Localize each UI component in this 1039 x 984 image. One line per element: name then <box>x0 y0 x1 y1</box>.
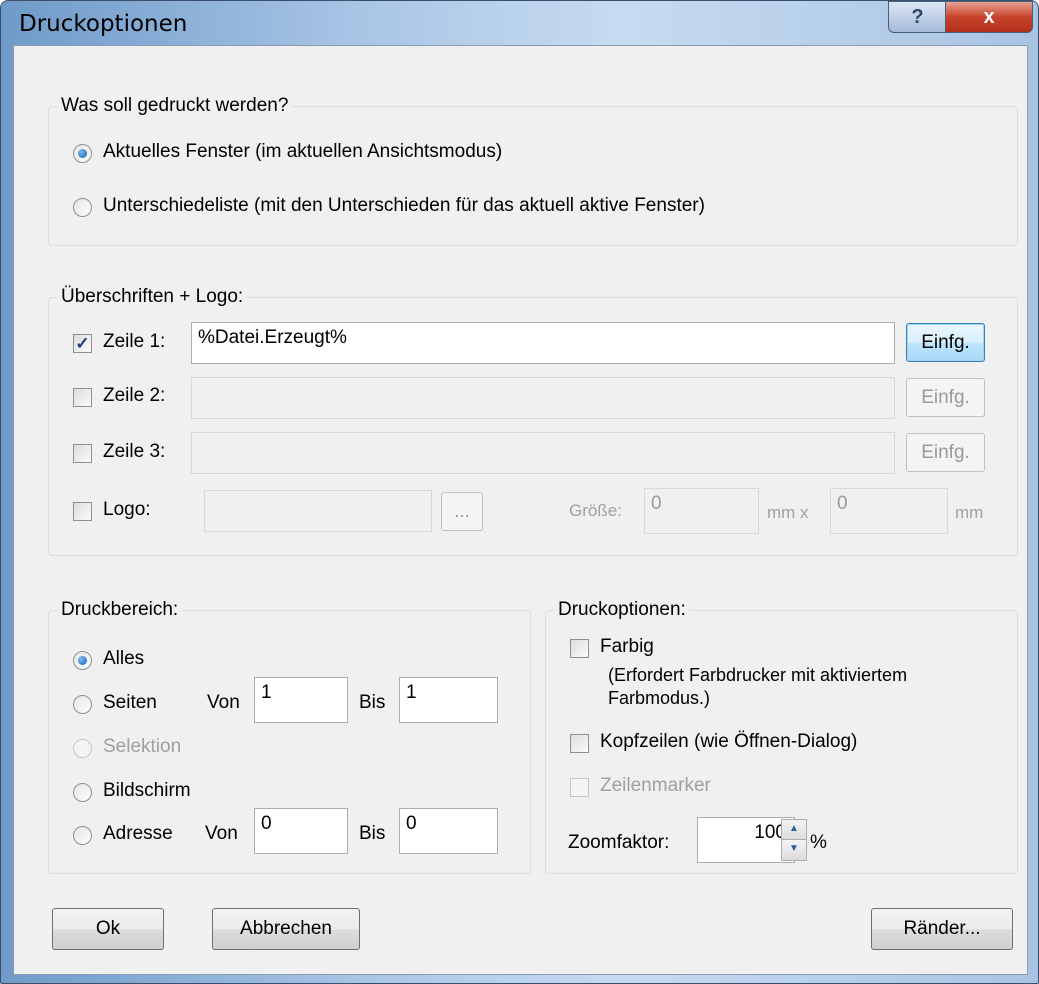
color-label[interactable]: Farbig <box>600 636 654 658</box>
spin-down-icon[interactable]: ▼ <box>782 840 806 860</box>
print-what-title: Was soll gedruckt werden? <box>57 95 293 117</box>
color-note-line2: Farbmodus.) <box>608 688 711 708</box>
address-from-input[interactable]: 0 <box>254 808 348 854</box>
headers-logo-group: Überschriften + Logo: ✓ Zeile 1: %Datei.… <box>48 286 1018 556</box>
radio-address[interactable] <box>73 826 92 845</box>
radio-current-window-label[interactable]: Aktuelles Fenster (im aktuellen Ansichts… <box>103 141 502 163</box>
line3-checkbox[interactable] <box>73 444 92 463</box>
logo-width-input[interactable]: 0 <box>644 488 759 534</box>
logo-size-label: Größe: <box>569 501 622 520</box>
radio-all[interactable] <box>73 651 92 670</box>
print-range-title: Druckbereich: <box>57 599 183 621</box>
headers-checkbox-label[interactable]: Kopfzeilen (wie Öffnen-Dialog) <box>600 731 857 753</box>
pages-to-input[interactable]: 1 <box>399 677 498 723</box>
close-icon: x <box>983 5 995 28</box>
address-to-input[interactable]: 0 <box>399 808 498 854</box>
color-note-line1: (Erfordert Farbdrucker mit aktiviertem <box>608 665 908 685</box>
line3-insert-button[interactable]: Einfg. <box>906 433 985 472</box>
line3-input[interactable] <box>191 432 895 474</box>
margins-button[interactable]: Ränder... <box>871 908 1013 950</box>
logo-browse-button[interactable]: ... <box>441 492 483 531</box>
radio-current-window[interactable] <box>73 144 92 163</box>
headers-checkbox[interactable] <box>570 734 589 753</box>
line1-label: Zeile 1: <box>103 331 166 352</box>
line3-label: Zeile 3: <box>103 441 166 462</box>
line-markers-label[interactable]: Zeilenmarker <box>600 775 711 797</box>
zoom-unit: % <box>810 832 827 853</box>
spin-up-icon[interactable]: ▲ <box>782 820 806 840</box>
logo-checkbox[interactable] <box>73 502 92 521</box>
line1-checkbox[interactable]: ✓ <box>73 334 92 353</box>
ok-button[interactable]: Ok <box>52 908 164 950</box>
logo-label: Logo: <box>103 499 151 520</box>
pages-from-input[interactable]: 1 <box>254 677 348 723</box>
line-markers-checkbox[interactable] <box>570 778 589 797</box>
line2-label: Zeile 2: <box>103 385 166 406</box>
line1-input[interactable]: %Datei.Erzeugt% <box>191 322 895 364</box>
radio-difference-list-label[interactable]: Unterschiedeliste (mit den Unterschieden… <box>103 195 705 217</box>
radio-screen[interactable] <box>73 783 92 802</box>
pages-from-label: Von <box>207 692 240 713</box>
help-icon: ? <box>911 5 924 28</box>
zoom-spinner[interactable]: ▲ ▼ <box>781 819 807 861</box>
dialog-window: Druckoptionen ? x Was soll gedruckt werd… <box>0 0 1039 984</box>
radio-pages-label[interactable]: Seiten <box>103 692 157 714</box>
print-options-title: Druckoptionen: <box>554 599 690 621</box>
logo-path-input[interactable] <box>204 490 432 532</box>
logo-height-unit: mm <box>955 503 984 522</box>
zoom-label: Zoomfaktor: <box>568 832 670 853</box>
radio-pages[interactable] <box>73 695 92 714</box>
radio-difference-list[interactable] <box>73 198 92 217</box>
window-title: Druckoptionen <box>19 11 188 37</box>
radio-selection-label[interactable]: Selektion <box>103 736 181 758</box>
line2-input[interactable] <box>191 377 895 419</box>
line2-checkbox[interactable] <box>73 388 92 407</box>
title-bar: Druckoptionen ? x <box>1 1 1038 43</box>
cancel-button[interactable]: Abbrechen <box>212 908 360 950</box>
radio-address-label[interactable]: Adresse <box>103 823 173 845</box>
dialog-client: Was soll gedruckt werden? Aktuelles Fens… <box>13 45 1028 975</box>
radio-selection[interactable] <box>73 739 92 758</box>
logo-width-unit: mm x <box>767 503 809 522</box>
logo-height-input[interactable]: 0 <box>830 488 948 534</box>
help-button[interactable]: ? <box>888 1 947 33</box>
print-range-group: Druckbereich: Alles Seiten Von 1 Bis 1 S… <box>48 599 531 874</box>
close-button[interactable]: x <box>945 1 1033 33</box>
radio-all-label[interactable]: Alles <box>103 648 144 670</box>
line2-insert-button[interactable]: Einfg. <box>906 378 985 417</box>
address-from-label: Von <box>205 823 238 844</box>
line1-insert-button[interactable]: Einfg. <box>906 323 985 362</box>
color-checkbox[interactable] <box>570 639 589 658</box>
address-to-label: Bis <box>359 823 386 844</box>
print-options-group: Druckoptionen: Farbig (Erfordert Farbdru… <box>545 599 1018 874</box>
print-what-group: Was soll gedruckt werden? Aktuelles Fens… <box>48 95 1018 246</box>
pages-to-label: Bis <box>359 692 386 713</box>
headers-logo-title: Überschriften + Logo: <box>57 286 248 308</box>
radio-screen-label[interactable]: Bildschirm <box>103 780 191 802</box>
